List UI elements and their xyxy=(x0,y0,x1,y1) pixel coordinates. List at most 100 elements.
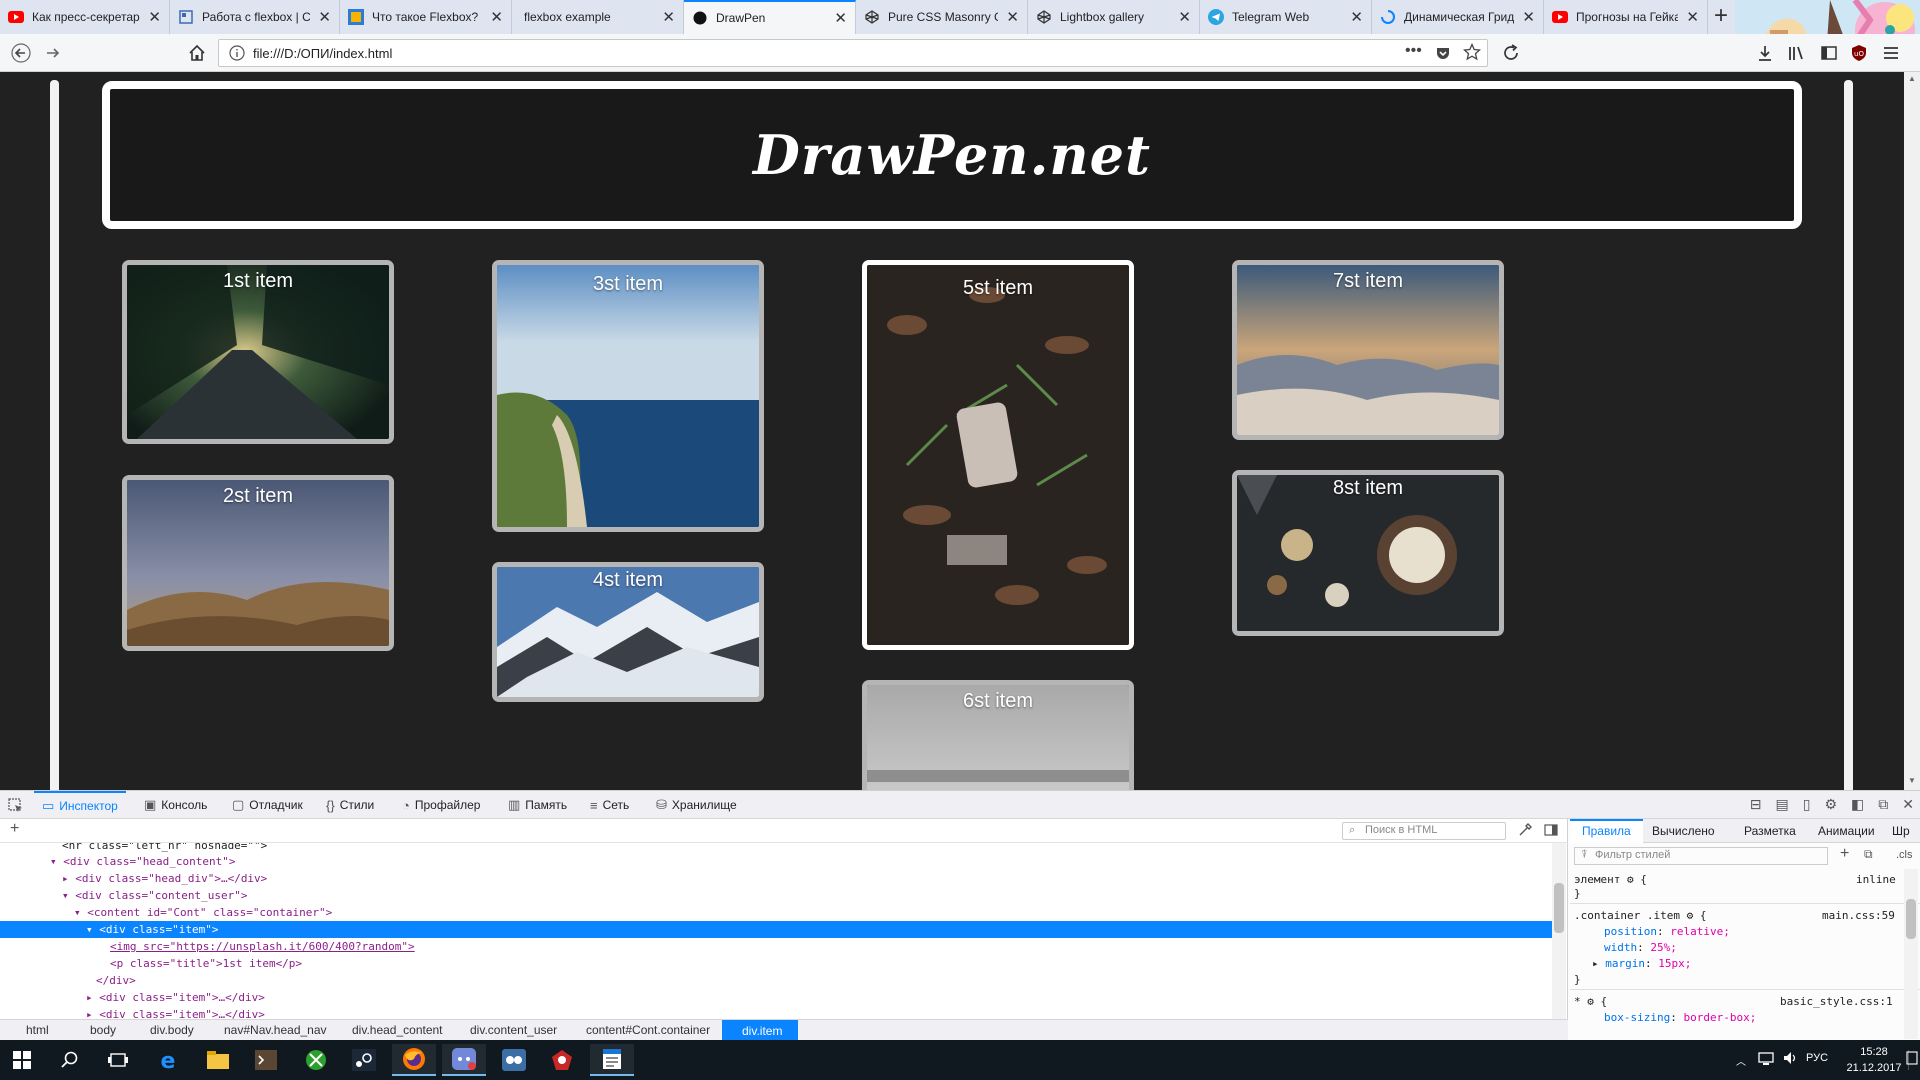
home-icon[interactable] xyxy=(184,40,210,66)
tab-profiler[interactable]: ◔ Профайлер xyxy=(402,791,480,819)
language-indicator[interactable]: РУС xyxy=(1806,1052,1828,1064)
scroll-thumb[interactable] xyxy=(1554,883,1564,933)
volume-icon[interactable] xyxy=(1782,1050,1798,1069)
collapse-triangle-icon[interactable]: ▸ xyxy=(62,872,69,885)
expand-triangle-icon[interactable]: ▾ xyxy=(74,906,81,919)
breadcrumb-item-selected[interactable]: div.item xyxy=(722,1020,799,1042)
windows-start-icon[interactable] xyxy=(0,1044,44,1076)
styles-filter-input[interactable]: ⍒ Фильтр стилей xyxy=(1574,847,1828,865)
tab-0[interactable]: Как пресс-секретарь ✕ xyxy=(0,0,170,34)
rule-property[interactable]: box-sizing: border-box; xyxy=(1604,1011,1756,1024)
cls-toggle[interactable]: .cls xyxy=(1896,849,1913,861)
game-icon[interactable] xyxy=(492,1044,536,1076)
rule-property[interactable]: width: 25%; xyxy=(1604,941,1677,954)
markup-scrollbar[interactable] xyxy=(1552,843,1566,1019)
gallery-item-7[interactable]: 7st item xyxy=(1232,260,1504,440)
ublock-icon[interactable]: uO xyxy=(1846,40,1872,66)
breadcrumb-item[interactable]: body xyxy=(90,1023,116,1037)
tab-console[interactable]: ▣ Консоль xyxy=(144,791,207,819)
close-icon[interactable]: ✕ xyxy=(1522,8,1535,26)
markup-line[interactable]: <p class="title">1st item</p> xyxy=(0,955,1552,972)
close-devtools-icon[interactable]: ✕ xyxy=(1902,796,1914,813)
tab-7[interactable]: Telegram Web ✕ xyxy=(1200,0,1372,34)
tab-inspector[interactable]: ▭ Инспектор xyxy=(34,791,126,819)
close-icon[interactable]: ✕ xyxy=(834,9,847,27)
sidebar-icon[interactable] xyxy=(1816,40,1842,66)
breadcrumb-item[interactable]: div.head_content xyxy=(352,1023,443,1037)
new-tab-plus-icon[interactable]: + xyxy=(1714,2,1728,30)
markup-line[interactable]: <img src="https://unsplash.it/600/400?ra… xyxy=(0,938,1552,955)
discord-icon[interactable] xyxy=(442,1044,486,1076)
edge-icon[interactable]: e xyxy=(146,1044,190,1076)
markup-line[interactable]: <hr class="left_hr" noshade=""> xyxy=(0,843,1552,853)
rules-scrollbar[interactable] xyxy=(1904,869,1918,1039)
collapse-triangle-icon[interactable]: ▸ xyxy=(86,1008,93,1019)
undock-icon[interactable]: ⧉ xyxy=(1878,796,1888,813)
close-icon[interactable]: ✕ xyxy=(318,8,331,26)
gear-icon[interactable]: ⚙ xyxy=(1627,873,1634,886)
gallery-item-8[interactable]: 8st item xyxy=(1232,470,1504,636)
back-arrow-icon[interactable] xyxy=(8,40,34,66)
markup-line[interactable]: ▾ <div class="head_content"> xyxy=(0,853,1552,870)
close-icon[interactable]: ✕ xyxy=(1006,8,1019,26)
close-icon[interactable]: ✕ xyxy=(148,8,161,26)
gallery-item-3[interactable]: 3st item xyxy=(492,260,764,532)
eyedropper-icon[interactable] xyxy=(1518,823,1532,840)
tab-rules[interactable]: Правила xyxy=(1570,819,1643,843)
library-icon[interactable] xyxy=(1783,40,1809,66)
rule-source[interactable]: inline xyxy=(1856,873,1896,886)
markup-line[interactable]: ▸ <div class="item">…</div> xyxy=(0,1006,1552,1019)
red-app-icon[interactable] xyxy=(540,1044,584,1076)
bookmark-star-icon[interactable] xyxy=(1462,42,1482,64)
forward-arrow-icon[interactable] xyxy=(40,40,66,66)
xbox-icon[interactable] xyxy=(294,1044,338,1076)
collapse-triangle-icon[interactable]: ▸ xyxy=(86,991,93,1004)
responsive-mode-icon[interactable]: ▯ xyxy=(1803,796,1811,813)
markup-line[interactable]: ▸ <div class="head_div">…</div> xyxy=(0,870,1552,887)
notes-icon[interactable] xyxy=(590,1044,634,1076)
settings-gear-icon[interactable]: ⚙ xyxy=(1824,796,1837,813)
frame-select-icon[interactable]: ▤ xyxy=(1776,796,1789,813)
add-rule-plus-icon[interactable]: + xyxy=(1840,845,1849,863)
tab-5[interactable]: Pure CSS Masonry Ga ✕ xyxy=(856,0,1028,34)
scroll-up-icon[interactable]: ▲ xyxy=(1908,74,1916,83)
gallery-item-4[interactable]: 4st item xyxy=(492,562,764,702)
markup-line[interactable]: ▾ <content id="Cont" class="container"> xyxy=(0,904,1552,921)
page-actions-icon[interactable]: ••• xyxy=(1405,42,1422,60)
toggle-sidebar-icon[interactable] xyxy=(1544,823,1558,840)
element-picker-icon[interactable] xyxy=(8,798,23,816)
close-icon[interactable]: ✕ xyxy=(1686,8,1699,26)
tab-network[interactable]: ≡ Сеть xyxy=(590,791,629,819)
tab-debugger[interactable]: ▢ Отладчик xyxy=(232,791,303,819)
pseudo-class-icon[interactable]: ⧉ xyxy=(1864,847,1873,862)
tab-2[interactable]: Что такое Flexbox? Оп ✕ xyxy=(340,0,512,34)
markup-line-selected[interactable]: ▾ <div class="item"> xyxy=(0,921,1552,938)
tab-memory[interactable]: ▥ Память xyxy=(508,791,567,819)
download-icon[interactable] xyxy=(1752,40,1778,66)
network-tray-icon[interactable] xyxy=(1758,1050,1774,1069)
tab-6[interactable]: Lightbox gallery ✕ xyxy=(1028,0,1200,34)
reload-icon[interactable] xyxy=(1498,40,1524,66)
url-bar[interactable]: file:///D:/ОПИ/index.html ••• xyxy=(218,39,1488,67)
close-icon[interactable]: ✕ xyxy=(1178,8,1191,26)
tab-8[interactable]: Динамическая Грид ✕ xyxy=(1372,0,1544,34)
markup-line[interactable]: ▾ <div class="content_user"> xyxy=(0,887,1552,904)
tab-4[interactable]: DrawPen ✕ xyxy=(684,0,856,34)
breadcrumb-item[interactable]: div.body xyxy=(150,1023,194,1037)
close-icon[interactable]: ✕ xyxy=(1350,8,1363,26)
expand-triangle-icon[interactable]: ▸ xyxy=(1592,957,1599,970)
add-node-plus-icon[interactable]: + xyxy=(10,820,19,838)
terminal-icon[interactable] xyxy=(244,1044,288,1076)
gallery-item-6[interactable]: 6st item xyxy=(862,680,1134,790)
tab-3[interactable]: flexbox example ✕ xyxy=(512,0,684,34)
gear-icon[interactable]: ⚙ xyxy=(1687,909,1694,922)
menu-hamburger-icon[interactable] xyxy=(1878,40,1904,66)
html-search-input[interactable]: ⌕ Поиск в HTML xyxy=(1342,822,1506,840)
expand-triangle-icon[interactable]: ▾ xyxy=(62,889,69,902)
scroll-thumb[interactable] xyxy=(1906,899,1916,939)
rule-source[interactable]: main.css:59 xyxy=(1822,909,1895,922)
search-icon[interactable] xyxy=(48,1044,92,1076)
tab-1[interactable]: Работа с flexbox | CSS ✕ xyxy=(170,0,340,34)
firefox-icon[interactable] xyxy=(392,1044,436,1076)
rule-property[interactable]: position: relative; xyxy=(1604,925,1730,938)
